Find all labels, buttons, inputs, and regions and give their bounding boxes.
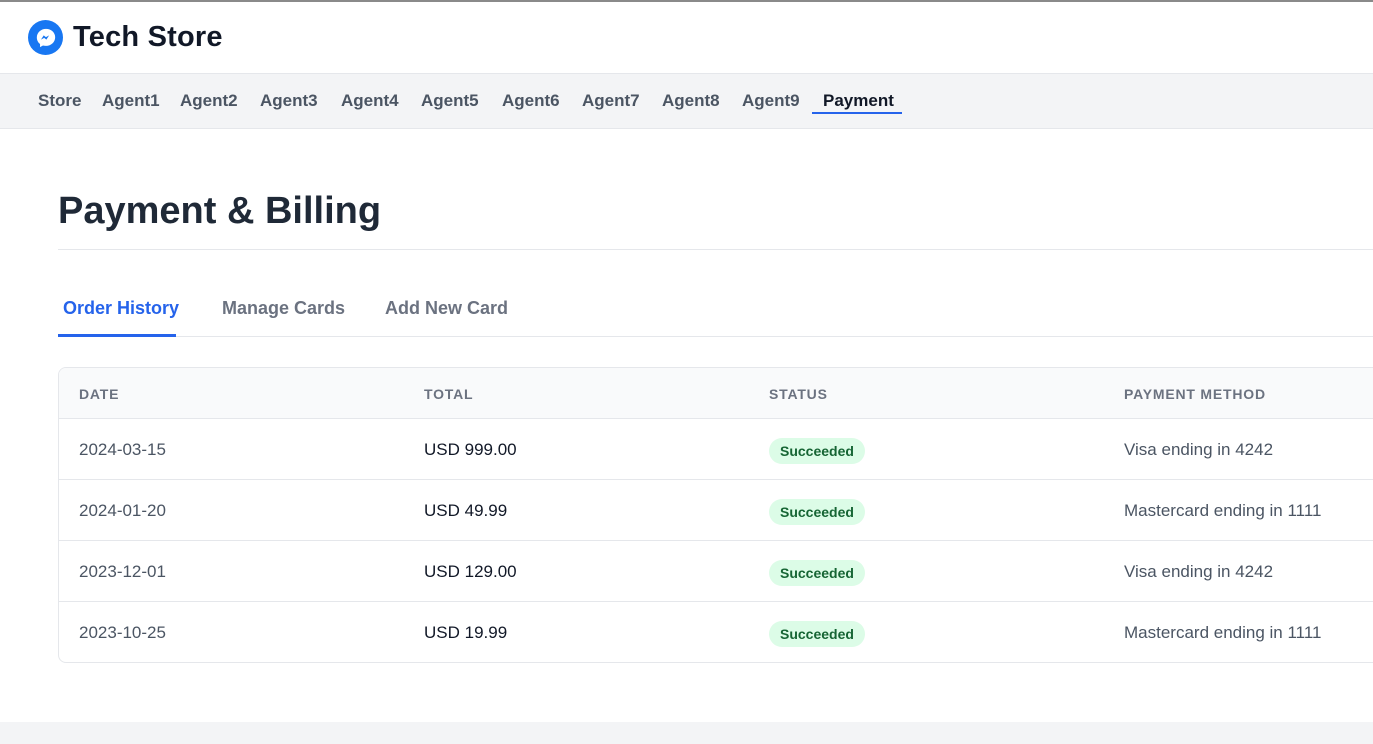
nav-item-agent5[interactable]: Agent5: [421, 91, 479, 111]
site-header: Tech Store: [0, 2, 1373, 73]
order-total: USD 49.99: [424, 501, 508, 520]
messenger-icon[interactable]: [28, 20, 63, 55]
nav-item-agent1[interactable]: Agent1: [102, 91, 160, 111]
site-title[interactable]: Tech Store: [73, 21, 223, 54]
title-divider: [58, 249, 1373, 250]
status-badge: Succeeded: [769, 438, 865, 464]
table-header: DATE TOTAL STATUS PAYMENT METHOD: [59, 368, 1373, 419]
table-row: 2023-10-25 USD 19.99 Succeeded Mastercar…: [59, 602, 1373, 662]
column-header-total: TOTAL: [424, 386, 474, 402]
nav-active-indicator: [812, 112, 902, 114]
nav-item-agent3[interactable]: Agent3: [260, 91, 318, 111]
nav-item-agent4[interactable]: Agent4: [341, 91, 399, 111]
tab-active-indicator: [58, 334, 176, 337]
nav-item-payment[interactable]: Payment: [823, 91, 894, 111]
status-badge: Succeeded: [769, 499, 865, 525]
column-header-date: DATE: [79, 386, 120, 402]
nav-item-agent8[interactable]: Agent8: [662, 91, 720, 111]
column-header-payment-method: PAYMENT METHOD: [1124, 386, 1266, 402]
status-badge: Succeeded: [769, 621, 865, 647]
table-row: 2024-03-15 USD 999.00 Succeeded Visa end…: [59, 419, 1373, 480]
tabs-divider: [58, 336, 1373, 337]
tab-order-history[interactable]: Order History: [63, 298, 179, 319]
payment-method: Mastercard ending in 1111: [1124, 623, 1322, 642]
tab-add-new-card[interactable]: Add New Card: [385, 298, 508, 319]
table-row: 2024-01-20 USD 49.99 Succeeded Mastercar…: [59, 480, 1373, 541]
table-row: 2023-12-01 USD 129.00 Succeeded Visa end…: [59, 541, 1373, 602]
payment-method: Visa ending in 4242: [1124, 562, 1274, 581]
tab-manage-cards[interactable]: Manage Cards: [222, 298, 345, 319]
page-title: Payment & Billing: [58, 190, 382, 232]
top-nav: Store Agent1 Agent2 Agent3 Agent4 Agent5…: [0, 73, 1373, 129]
order-date: 2024-03-15: [79, 440, 166, 459]
order-date: 2023-10-25: [79, 623, 166, 642]
order-date: 2024-01-20: [79, 501, 166, 520]
column-header-status: STATUS: [769, 386, 828, 402]
nav-item-agent9[interactable]: Agent9: [742, 91, 800, 111]
order-total: USD 129.00: [424, 562, 517, 581]
payment-method: Mastercard ending in 1111: [1124, 501, 1322, 520]
payment-method: Visa ending in 4242: [1124, 440, 1274, 459]
order-history-table: DATE TOTAL STATUS PAYMENT METHOD 2024-03…: [58, 367, 1373, 663]
order-total: USD 999.00: [424, 440, 517, 459]
status-badge: Succeeded: [769, 560, 865, 586]
nav-item-store[interactable]: Store: [38, 91, 81, 111]
nav-item-agent6[interactable]: Agent6: [502, 91, 560, 111]
nav-item-agent2[interactable]: Agent2: [180, 91, 238, 111]
nav-item-agent7[interactable]: Agent7: [582, 91, 640, 111]
page-footer: [0, 722, 1373, 744]
order-total: USD 19.99: [424, 623, 508, 642]
order-date: 2023-12-01: [79, 562, 166, 581]
